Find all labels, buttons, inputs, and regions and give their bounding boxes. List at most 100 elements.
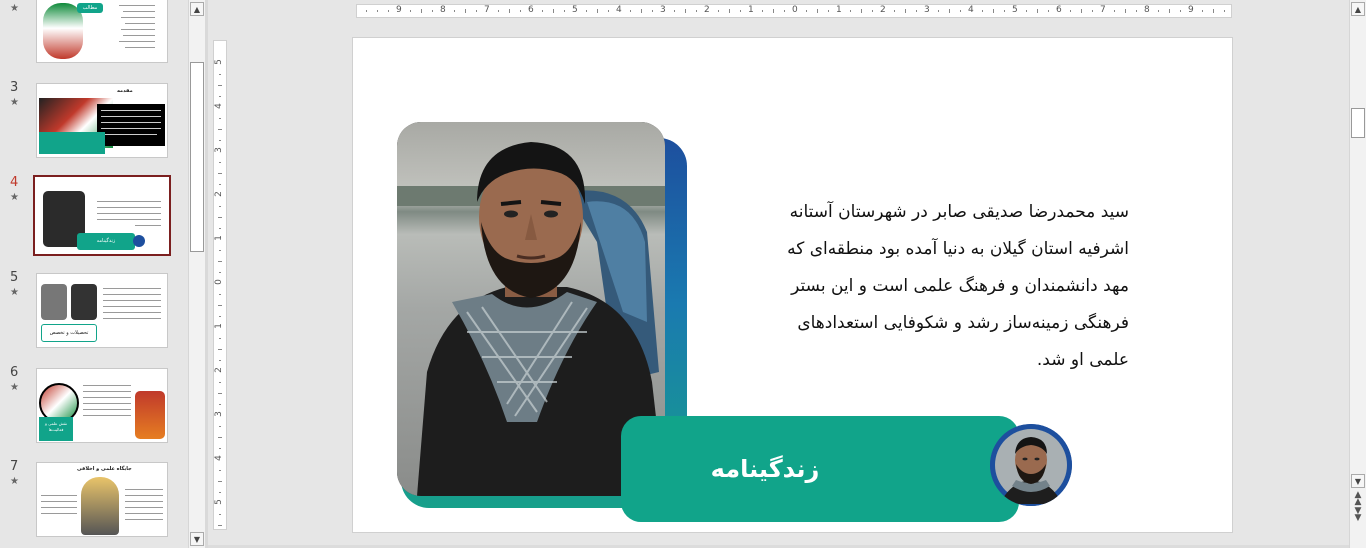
slide-thumbnail-4[interactable]: زندگینامه xyxy=(33,175,171,256)
ruler-tick xyxy=(476,10,477,12)
slide-thumbnail-pane[interactable]: ★ مطالب 3 ★ مقدمه 4 ★ زندگینامه 5 ★ تحصی… xyxy=(0,0,188,548)
ruler-number: 9 xyxy=(1188,5,1194,15)
ruler-tick xyxy=(388,10,389,12)
thumbnail-scrollbar[interactable]: ▲ ▼ xyxy=(188,0,205,548)
ruler-tick xyxy=(218,173,222,174)
ruler-tick xyxy=(850,10,851,12)
title-banner[interactable]: زندگینامه xyxy=(621,416,1019,522)
ruler-tick xyxy=(219,250,221,251)
next-slide-icon[interactable]: ▼ ▼ xyxy=(1351,507,1365,523)
scrollbar-thumb[interactable] xyxy=(190,62,204,252)
ruler-number: 1 xyxy=(836,5,842,15)
ruler-tick xyxy=(218,129,222,130)
slide-number: 7 xyxy=(10,459,19,474)
avatar[interactable] xyxy=(990,424,1072,506)
ruler-tick xyxy=(219,426,221,427)
ruler-tick xyxy=(597,9,598,13)
ruler-tick xyxy=(564,10,565,12)
ruler-number: 6 xyxy=(528,5,534,15)
horizontal-ruler[interactable]: 9 8 7 6 5 4 3 2 1 0 1 2 3 4 5 6 7 8 9 xyxy=(356,4,1232,18)
ruler-number: 3 xyxy=(924,5,930,15)
ruler-tick xyxy=(1169,9,1170,13)
ruler-tick xyxy=(219,470,221,471)
ruler-number: 9 xyxy=(396,5,402,15)
ruler-tick xyxy=(773,9,774,13)
animation-star-icon: ★ xyxy=(10,287,19,298)
ruler-number: 1 xyxy=(748,5,754,15)
slide-thumbnail-2[interactable]: مطالب xyxy=(36,0,168,63)
ruler-tick xyxy=(218,393,222,394)
ruler-tick xyxy=(685,9,686,13)
ruler-tick xyxy=(993,9,994,13)
scroll-down-icon[interactable]: ▼ xyxy=(1351,474,1365,488)
bio-line: اشرفیه استان گیلان به دنیا آمده بود منطق… xyxy=(787,239,1129,259)
slide-number: 4 xyxy=(10,175,19,190)
ruler-tick xyxy=(641,9,642,13)
ruler-tick xyxy=(219,74,221,75)
scroll-down-icon[interactable]: ▼ xyxy=(190,532,204,546)
scrollbar-thumb[interactable] xyxy=(1351,108,1365,138)
ruler-tick xyxy=(219,382,221,383)
ruler-tick xyxy=(1026,10,1027,12)
ruler-number: 8 xyxy=(1144,5,1150,15)
ruler-number: 5 xyxy=(213,499,224,505)
ruler-tick xyxy=(1114,10,1115,12)
ruler-tick xyxy=(1224,10,1225,12)
slide-thumbnail-3[interactable]: مقدمه xyxy=(36,83,168,158)
bio-line: علمی او شد. xyxy=(1036,350,1129,370)
slide-canvas[interactable]: سید محمدرضا صدیقی صابر در شهرستان آستانه… xyxy=(352,37,1233,533)
ruler-number: 3 xyxy=(213,147,224,153)
ruler-number: 0 xyxy=(792,5,798,15)
main-scrollbar[interactable]: ▲ ▼ ▲ ▲ ▼ ▼ xyxy=(1349,0,1366,548)
ruler-number: 0 xyxy=(213,279,224,285)
ruler-tick xyxy=(219,448,221,449)
thumb-title-bar: مطالب xyxy=(77,3,103,13)
ruler-tick xyxy=(1092,10,1093,12)
ruler-number: 5 xyxy=(213,59,224,65)
scroll-up-icon[interactable]: ▲ xyxy=(190,2,204,16)
ruler-number: 7 xyxy=(1100,5,1106,15)
ruler-tick xyxy=(219,228,221,229)
pane-splitter[interactable] xyxy=(205,0,208,548)
slide-thumbnail-6[interactable]: نقش علمی و فعالیت‌ها xyxy=(36,368,168,443)
vertical-ruler[interactable]: 5 4 3 2 1 0 1 2 3 4 5 xyxy=(213,40,227,530)
slide-thumbnail-5[interactable]: تحصیلات و تخصص xyxy=(36,273,168,348)
ruler-tick xyxy=(949,9,950,13)
slide-number: 3 xyxy=(10,80,19,95)
ruler-number: 2 xyxy=(213,191,224,197)
avatar-portrait xyxy=(990,424,1072,506)
ruler-tick xyxy=(1037,9,1038,13)
ruler-tick xyxy=(410,10,411,12)
scroll-up-icon[interactable]: ▲ xyxy=(1351,2,1365,16)
biography-text[interactable]: سید محمدرضا صدیقی صابر در شهرستان آستانه… xyxy=(743,194,1129,379)
previous-slide-icon[interactable]: ▲ ▲ xyxy=(1351,491,1365,507)
ruler-tick xyxy=(905,9,906,13)
animation-star-icon: ★ xyxy=(10,192,19,203)
animation-star-icon: ★ xyxy=(10,97,19,108)
ruler-number: 3 xyxy=(660,5,666,15)
thumb-title-bar: نقش علمی و فعالیت‌ها xyxy=(39,417,73,441)
ruler-tick xyxy=(608,10,609,12)
thumb-photo xyxy=(135,391,165,439)
ruler-number: 5 xyxy=(1012,5,1018,15)
ruler-tick xyxy=(219,162,221,163)
ruler-number: 8 xyxy=(440,5,446,15)
thumb-title: مقدمه xyxy=(117,88,133,94)
ruler-tick xyxy=(960,10,961,12)
ruler-tick xyxy=(652,10,653,12)
ruler-tick xyxy=(219,118,221,119)
thumb-title: جایگاه علمی و اخلاقی xyxy=(77,466,132,472)
ruler-tick xyxy=(696,10,697,12)
ruler-tick xyxy=(219,338,221,339)
ruler-tick xyxy=(740,10,741,12)
bio-line: فرهنگی زمینه‌ساز رشد و شکوفایی استعدادها… xyxy=(797,313,1129,333)
ruler-tick xyxy=(366,10,367,12)
slide-thumbnail-7[interactable]: جایگاه علمی و اخلاقی xyxy=(36,462,168,537)
ruler-number: 7 xyxy=(484,5,490,15)
ruler-tick xyxy=(219,404,221,405)
thumb-photo xyxy=(41,284,67,320)
ruler-tick xyxy=(828,10,829,12)
ruler-tick xyxy=(1048,10,1049,12)
ruler-number: 3 xyxy=(213,411,224,417)
ruler-tick xyxy=(542,10,543,12)
